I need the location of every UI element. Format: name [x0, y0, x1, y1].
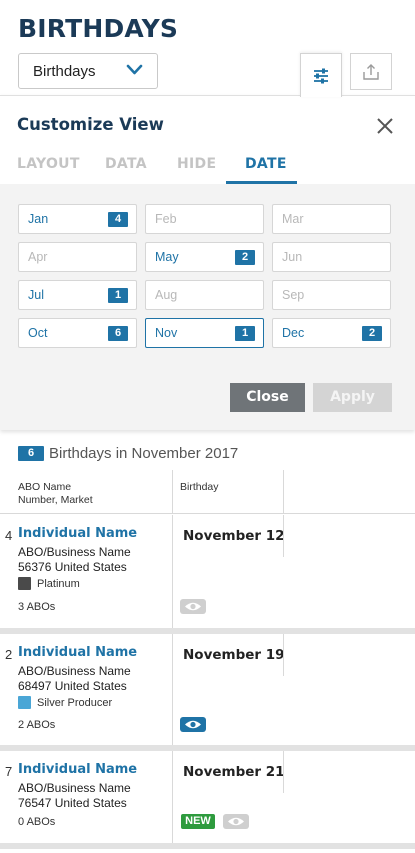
- chevron-down-icon: [126, 64, 143, 75]
- eye-icon[interactable]: [223, 814, 249, 829]
- abo-count: 2 ABOs: [18, 719, 56, 731]
- eye-icon[interactable]: [180, 599, 206, 614]
- month-label: May: [155, 250, 179, 264]
- column-header-birthday: Birthday: [180, 481, 219, 493]
- birthday-date: November 19: [183, 647, 285, 663]
- month-nov[interactable]: Nov 1: [145, 318, 264, 348]
- level-label: Platinum: [37, 577, 80, 590]
- number-market: 56376 United States: [18, 560, 127, 574]
- month-count-badge: 2: [362, 326, 382, 341]
- month-label: Aug: [155, 288, 178, 302]
- month-count-badge: 1: [235, 326, 255, 341]
- individual-name-link[interactable]: Individual Name: [18, 762, 137, 777]
- row-separator: [0, 843, 415, 849]
- month-sep[interactable]: Sep: [272, 280, 391, 310]
- month-count-badge: 6: [108, 326, 128, 341]
- column-header-name-line1: ABO Name: [18, 481, 72, 493]
- list-item[interactable]: 4 Individual Name ABO/Business Name 56376 U…: [0, 515, 415, 628]
- view-dropdown[interactable]: Birthdays: [18, 53, 158, 89]
- tab-date[interactable]: DATE: [245, 156, 287, 172]
- dropdown-value: Birthdays: [33, 62, 96, 80]
- page-title: BIRTHDAYS: [18, 14, 179, 43]
- list-item[interactable]: 2 Individual Name ABO/Business Name 68497 U…: [0, 634, 415, 745]
- month-dec[interactable]: Dec 2: [272, 318, 391, 348]
- month-label: Jul: [28, 288, 44, 302]
- table-header: ABO Name Number, Market Birthday: [0, 470, 415, 514]
- customize-tabs: LAYOUT DATA HIDE DATE: [0, 152, 415, 184]
- level-color-swatch: [18, 577, 31, 590]
- panel-header: Customize View LAYOUT DATA HIDE DATE: [0, 96, 415, 184]
- business-name: ABO/Business Name: [18, 781, 131, 795]
- month-jan[interactable]: Jan 4: [18, 204, 137, 234]
- column-divider: [172, 751, 173, 843]
- month-jun[interactable]: Jun: [272, 242, 391, 272]
- month-label: Mar: [282, 212, 304, 226]
- business-name: ABO/Business Name: [18, 664, 131, 678]
- results-text: Birthdays in November 2017: [49, 444, 239, 462]
- rank-number: 7: [5, 764, 13, 779]
- abo-count: 3 ABOs: [18, 601, 56, 613]
- month-count-badge: 4: [108, 212, 128, 227]
- tab-hide[interactable]: HIDE: [177, 156, 216, 172]
- eye-icon[interactable]: [180, 717, 206, 732]
- share-button[interactable]: [350, 53, 392, 90]
- column-divider: [283, 470, 284, 514]
- tab-layout[interactable]: LAYOUT: [17, 156, 80, 172]
- apply-button[interactable]: Apply: [313, 383, 392, 412]
- birthday-date: November 12: [183, 528, 285, 544]
- results-summary: 6 Birthdays in November 2017: [18, 444, 238, 462]
- tab-data[interactable]: DATA: [105, 156, 147, 172]
- business-name: ABO/Business Name: [18, 545, 131, 559]
- new-badge: NEW: [181, 814, 215, 829]
- share-upload-icon: [363, 63, 379, 80]
- month-label: Jun: [282, 250, 303, 264]
- abo-count: 0 ABOs: [18, 816, 56, 828]
- customize-view-button[interactable]: [300, 53, 342, 97]
- month-label: Dec: [282, 326, 305, 340]
- column-divider: [283, 751, 284, 793]
- close-button[interactable]: Close: [230, 383, 305, 412]
- panel-title: Customize View: [17, 115, 164, 134]
- individual-name-link[interactable]: Individual Name: [18, 526, 137, 541]
- pin-level: Silver Producer: [18, 696, 112, 709]
- birthday-date: November 21: [183, 764, 285, 780]
- list-item[interactable]: 7 Individual Name ABO/Business Name 76547 U…: [0, 751, 415, 843]
- month-count-badge: 2: [235, 250, 255, 265]
- cropped-header-text: [20, 0, 100, 2]
- column-divider: [172, 470, 173, 514]
- month-apr[interactable]: Apr: [18, 242, 137, 272]
- rank-number: 2: [5, 647, 13, 662]
- column-divider: [172, 634, 173, 745]
- sliders-icon: [314, 68, 328, 83]
- month-mar[interactable]: Mar: [272, 204, 391, 234]
- month-oct[interactable]: Oct 6: [18, 318, 137, 348]
- level-label: Silver Producer: [37, 696, 113, 709]
- month-label: Apr: [28, 250, 48, 264]
- column-header-name: ABO Name Number, Market: [18, 481, 93, 507]
- number-market: 76547 United States: [18, 796, 127, 810]
- month-may[interactable]: May 2: [145, 242, 264, 272]
- active-tab-indicator: [226, 181, 297, 184]
- number-market: 68497 United States: [18, 679, 127, 693]
- pin-level: Platinum: [18, 577, 80, 590]
- month-jul[interactable]: Jul 1: [18, 280, 137, 310]
- customize-view-panel: Customize View LAYOUT DATA HIDE DATE Jan…: [0, 95, 415, 430]
- month-label: Oct: [28, 326, 48, 340]
- results-count-badge: 6: [18, 445, 44, 461]
- month-label: Feb: [155, 212, 177, 226]
- rank-number: 4: [5, 528, 13, 543]
- column-header-name-line2: Number, Market: [18, 494, 93, 506]
- column-divider: [283, 515, 284, 557]
- month-feb[interactable]: Feb: [145, 204, 264, 234]
- month-label: Sep: [282, 288, 305, 302]
- month-label: Nov: [155, 326, 178, 340]
- column-divider: [283, 634, 284, 676]
- month-count-badge: 1: [108, 288, 128, 303]
- level-color-swatch: [18, 696, 31, 709]
- close-icon[interactable]: [376, 117, 394, 135]
- column-divider: [172, 515, 173, 628]
- month-aug[interactable]: Aug: [145, 280, 264, 310]
- individual-name-link[interactable]: Individual Name: [18, 645, 137, 660]
- month-label: Jan: [28, 212, 49, 226]
